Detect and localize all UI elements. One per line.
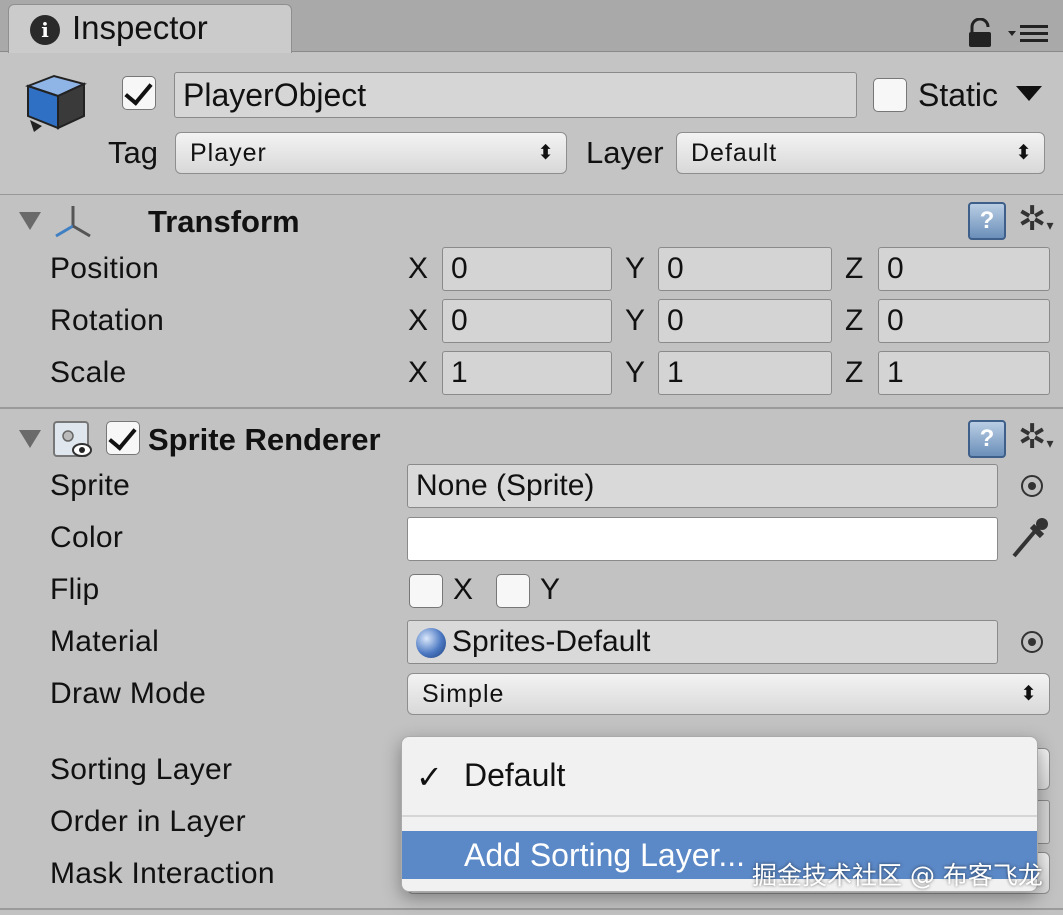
material-label: Material bbox=[50, 625, 160, 658]
layer-label: Layer bbox=[586, 135, 664, 170]
layer-value: Default bbox=[691, 139, 778, 167]
color-field[interactable] bbox=[407, 517, 998, 561]
draw-mode-value: Simple bbox=[422, 680, 505, 708]
transform-axis-icon bbox=[52, 202, 94, 242]
static-dropdown-icon[interactable] bbox=[1016, 86, 1042, 101]
axis-y-label: Y bbox=[625, 252, 646, 285]
draw-mode-label: Draw Mode bbox=[50, 677, 207, 710]
object-picker-icon[interactable] bbox=[1021, 475, 1043, 497]
menu-separator bbox=[402, 815, 1037, 817]
material-sphere-icon bbox=[416, 628, 446, 658]
mask-interaction-label: Mask Interaction bbox=[50, 857, 275, 890]
info-icon: i bbox=[30, 15, 60, 45]
material-value: Sprites-Default bbox=[452, 625, 651, 658]
rotation-x-field[interactable]: 0 bbox=[442, 299, 612, 343]
menu-icon[interactable] bbox=[1008, 22, 1050, 46]
menu-item-add-sorting-layer[interactable]: Add Sorting Layer... bbox=[464, 835, 745, 875]
gear-icon[interactable]: ✲▾ bbox=[1018, 418, 1054, 462]
axis-z-label: Z bbox=[845, 304, 864, 337]
gear-glyph: ✲ bbox=[1018, 418, 1047, 456]
gear-icon[interactable]: ✲▾ bbox=[1018, 200, 1054, 244]
position-x-field[interactable]: 0 bbox=[442, 247, 612, 291]
gear-caret-icon: ▾ bbox=[1046, 217, 1054, 233]
flip-x-label: X bbox=[453, 573, 474, 606]
sprite-renderer-title: Sprite Renderer bbox=[148, 422, 381, 457]
layer-dropdown[interactable]: Default ⬍ bbox=[676, 132, 1045, 174]
help-icon[interactable]: ? bbox=[968, 202, 1006, 240]
rotation-z-field[interactable]: 0 bbox=[878, 299, 1050, 343]
object-picker-icon[interactable] bbox=[1021, 631, 1043, 653]
position-label: Position bbox=[50, 252, 160, 285]
tag-value: Player bbox=[190, 139, 267, 167]
draw-mode-dropdown[interactable]: Simple ⬍ bbox=[407, 673, 1050, 715]
section-divider bbox=[0, 407, 1063, 409]
sprite-label: Sprite bbox=[50, 469, 131, 502]
updown-arrows-icon: ⬍ bbox=[1020, 683, 1037, 705]
menu-item-default[interactable]: Default bbox=[464, 755, 565, 795]
color-label: Color bbox=[50, 521, 124, 554]
axis-y-label: Y bbox=[625, 304, 646, 337]
axis-x-label: X bbox=[408, 252, 429, 285]
flip-x-checkbox[interactable] bbox=[409, 574, 443, 608]
position-z-field[interactable]: 0 bbox=[878, 247, 1050, 291]
flip-label: Flip bbox=[50, 573, 100, 606]
axis-x-label: X bbox=[408, 356, 429, 389]
scale-x-field[interactable]: 1 bbox=[442, 351, 612, 395]
static-label: Static bbox=[918, 77, 999, 113]
checkmark-icon: ✓ bbox=[416, 759, 443, 795]
lock-icon[interactable] bbox=[966, 17, 994, 48]
active-checkbox[interactable] bbox=[122, 76, 156, 110]
scale-y-field[interactable]: 1 bbox=[658, 351, 832, 395]
transform-title: Transform bbox=[148, 204, 300, 239]
static-checkbox[interactable] bbox=[873, 78, 907, 112]
axis-x-label: X bbox=[408, 304, 429, 337]
flip-y-checkbox[interactable] bbox=[496, 574, 530, 608]
rotation-label: Rotation bbox=[50, 304, 165, 337]
tag-dropdown[interactable]: Player ⬍ bbox=[175, 132, 567, 174]
axis-y-label: Y bbox=[625, 356, 646, 389]
transform-foldout-icon[interactable] bbox=[19, 212, 41, 230]
scale-label: Scale bbox=[50, 356, 127, 389]
sorting-layer-label: Sorting Layer bbox=[50, 753, 233, 786]
axis-z-label: Z bbox=[845, 252, 864, 285]
order-in-layer-label: Order in Layer bbox=[50, 805, 246, 838]
help-icon[interactable]: ? bbox=[968, 420, 1006, 458]
tab-title: Inspector bbox=[72, 9, 208, 46]
gameobject-cube-icon bbox=[20, 70, 92, 140]
updown-arrows-icon: ⬍ bbox=[1015, 142, 1032, 164]
eyedropper-icon[interactable] bbox=[1008, 516, 1050, 562]
gear-caret-icon: ▾ bbox=[1046, 435, 1054, 451]
flip-y-label: Y bbox=[540, 573, 561, 606]
sprite-field[interactable]: None (Sprite) bbox=[407, 464, 998, 508]
object-name-field[interactable]: PlayerObject bbox=[174, 72, 857, 118]
rotation-y-field[interactable]: 0 bbox=[658, 299, 832, 343]
updown-arrows-icon: ⬍ bbox=[537, 142, 554, 164]
sprite-renderer-enabled-checkbox[interactable] bbox=[106, 421, 140, 455]
sprite-renderer-foldout-icon[interactable] bbox=[19, 430, 41, 448]
sprite-renderer-icon bbox=[52, 420, 94, 460]
tag-label: Tag bbox=[108, 135, 158, 170]
watermark: 掘金技术社区 @ 布客飞龙 bbox=[752, 861, 1043, 890]
gear-glyph: ✲ bbox=[1018, 200, 1047, 238]
axis-z-label: Z bbox=[845, 356, 864, 389]
material-field[interactable]: Sprites-Default bbox=[407, 620, 998, 664]
scale-z-field[interactable]: 1 bbox=[878, 351, 1050, 395]
position-y-field[interactable]: 0 bbox=[658, 247, 832, 291]
section-divider bbox=[0, 908, 1063, 910]
